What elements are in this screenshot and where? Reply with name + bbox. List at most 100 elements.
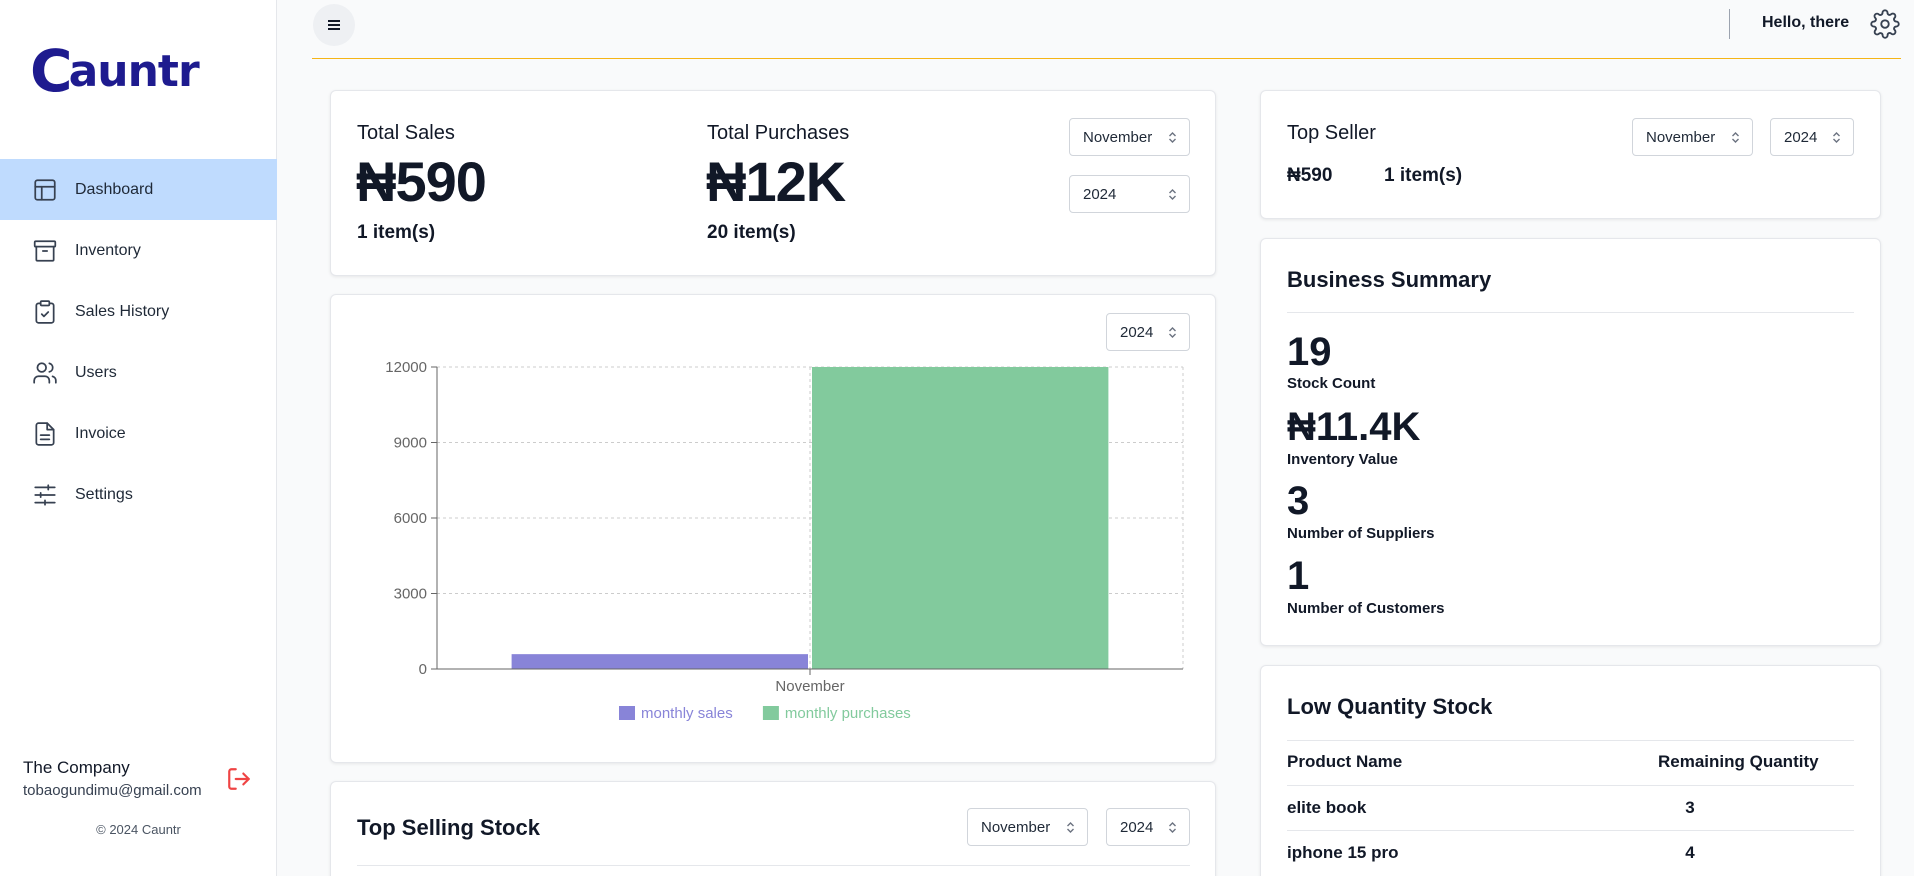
menu-button[interactable] <box>313 4 355 46</box>
chevron-updown-icon <box>1168 188 1177 201</box>
select-value: November <box>1083 128 1153 146</box>
table-row-qty: 3 <box>1685 798 1695 817</box>
file-text-icon <box>32 421 58 447</box>
greeting: Hello, there <box>1762 14 1850 31</box>
logo[interactable]: C auntr <box>30 37 200 105</box>
select-value: 2024 <box>1784 128 1818 146</box>
customers-value: 1 <box>1287 554 1310 598</box>
total-sales-value: ₦590 <box>356 150 487 213</box>
sidebar-item-label: Invoice <box>75 424 126 442</box>
chart-card: 2024 0 3000 6000 9000 12000 November monthly s… <box>330 294 1216 763</box>
company-email: tobaogundimu@gmail.com <box>23 782 202 799</box>
legend-label: monthly purchases <box>785 705 911 722</box>
sidebar-item-label: Users <box>75 363 117 381</box>
customers-label: Number of Customers <box>1287 600 1445 617</box>
clipboard-check-icon <box>32 299 58 325</box>
top-selling-card: Top Selling Stock November 2024 <box>330 781 1216 876</box>
sidebar-item-inventory[interactable]: Inventory <box>0 220 277 281</box>
table-row-name: iphone 15 pro <box>1287 843 1399 862</box>
column-header-product: Product Name <box>1287 752 1403 771</box>
top-selling-title: Top Selling Stock <box>357 815 540 840</box>
totals-card: Total Sales ₦590 1 item(s) Total Purchas… <box>330 90 1216 276</box>
app: C auntr Dashboard Inventory Sales Histor… <box>0 0 1914 876</box>
sidebar-item-label: Inventory <box>75 241 141 259</box>
sidebar-item-invoice[interactable]: Invoice <box>0 403 277 464</box>
logo-letter: C <box>30 37 73 105</box>
layout-icon <box>32 177 58 203</box>
chevron-updown-icon <box>1066 821 1075 834</box>
sidebar-item-label: Settings <box>75 485 133 503</box>
sidebar-item-label: Dashboard <box>75 180 154 198</box>
select-value: November <box>1646 128 1716 146</box>
x-tick-label: November <box>775 678 844 695</box>
divider <box>1287 312 1854 313</box>
gear-icon[interactable] <box>1870 9 1900 39</box>
totals-year-select[interactable]: 2024 <box>1069 175 1190 213</box>
stock-count-value: 19 <box>1287 330 1332 374</box>
menu-icon <box>328 20 340 30</box>
legend-swatch <box>619 706 635 720</box>
sidebar-item-label: Sales History <box>75 302 170 320</box>
y-tick-label: 6000 <box>394 510 427 527</box>
top-selling-year-select[interactable]: 2024 <box>1106 808 1190 846</box>
low-stock-title: Low Quantity Stock <box>1287 694 1493 719</box>
copyright: © 2024 Cauntr <box>96 822 181 837</box>
select-value: November <box>981 818 1051 836</box>
legend-swatch <box>762 706 779 720</box>
topbar-accent-line <box>312 58 1901 59</box>
inventory-value-value: ₦11.4K <box>1287 405 1421 449</box>
top-seller-title: Top Seller <box>1287 122 1376 144</box>
sliders-icon <box>32 482 58 508</box>
divider <box>1287 785 1854 786</box>
table-row-name: elite book <box>1287 798 1367 817</box>
y-tick-label: 3000 <box>394 586 427 603</box>
top-seller-month-select[interactable]: November <box>1632 118 1753 156</box>
low-stock-card: Low Quantity Stock Product Name Remainin… <box>1260 665 1881 876</box>
sidebar-item-sales-history[interactable]: Sales History <box>0 281 277 342</box>
bar-monthly-sales <box>511 654 808 669</box>
total-purchases-items: 20 item(s) <box>707 222 796 243</box>
divider <box>1287 830 1854 831</box>
suppliers-value: 3 <box>1287 479 1310 523</box>
select-value: 2024 <box>1083 185 1117 203</box>
topbar-divider <box>1729 9 1730 39</box>
bar-monthly-purchases <box>812 367 1109 669</box>
top-seller-items: 1 item(s) <box>1384 165 1463 186</box>
business-summary-card: Business Summary 19 Stock Count ₦11.4K I… <box>1260 238 1881 646</box>
y-tick-label: 12000 <box>385 359 427 376</box>
logo-text: auntr <box>68 45 200 97</box>
chevron-updown-icon <box>1731 131 1740 144</box>
top-selling-month-select[interactable]: November <box>967 808 1088 846</box>
totals-month-select[interactable]: November <box>1069 118 1190 156</box>
select-value: 2024 <box>1120 818 1154 836</box>
bar-chart: 0 3000 6000 9000 12000 November monthly sales m… <box>385 359 1184 722</box>
sidebar-item-settings[interactable]: Settings <box>0 464 277 525</box>
divider <box>1287 740 1854 741</box>
business-summary-title: Business Summary <box>1287 267 1492 292</box>
total-purchases-label: Total Purchases <box>707 122 850 144</box>
table-row-qty: 4 <box>1685 843 1695 862</box>
users-icon <box>32 360 58 386</box>
logout-icon[interactable] <box>226 766 252 792</box>
divider <box>357 865 1190 866</box>
top-seller-year-select[interactable]: 2024 <box>1770 118 1854 156</box>
top-seller-card: Top Seller ₦590 1 item(s) November 2024 <box>1260 90 1881 219</box>
y-tick-label: 0 <box>419 661 427 678</box>
total-sales-label: Total Sales <box>357 122 455 144</box>
column-header-quantity: Remaining Quantity <box>1658 752 1819 771</box>
total-purchases-value: ₦12K <box>706 150 846 213</box>
sidebar-item-users[interactable]: Users <box>0 342 277 403</box>
chevron-updown-icon <box>1168 131 1177 144</box>
archive-icon <box>32 238 58 264</box>
top-seller-amount: ₦590 <box>1287 165 1333 186</box>
inventory-value-label: Inventory Value <box>1287 451 1398 468</box>
chevron-updown-icon <box>1168 821 1177 834</box>
stock-count-label: Stock Count <box>1287 375 1376 392</box>
total-sales-items: 1 item(s) <box>357 222 436 243</box>
legend-label: monthly sales <box>641 705 733 722</box>
suppliers-label: Number of Suppliers <box>1287 525 1435 542</box>
y-tick-label: 9000 <box>394 435 427 452</box>
chevron-updown-icon <box>1832 131 1841 144</box>
sidebar-nav: Dashboard Inventory Sales History Users <box>0 159 277 525</box>
sidebar-item-dashboard[interactable]: Dashboard <box>0 159 277 220</box>
